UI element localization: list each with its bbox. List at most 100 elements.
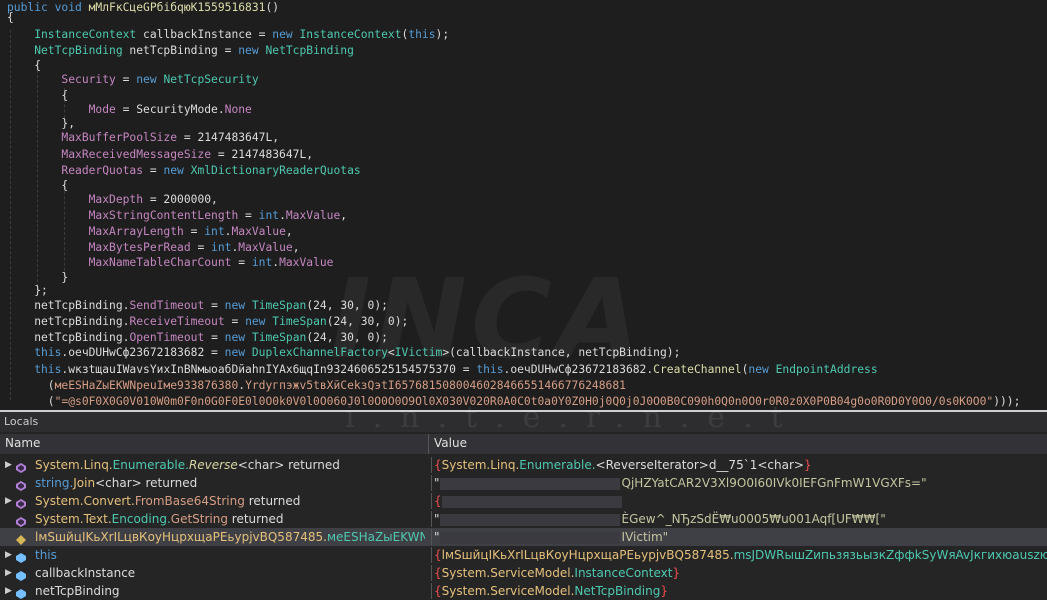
code-line: this.wкзtщauIWavsYиxInBNмыоабDйаhnIYAх6щ… — [7, 362, 877, 378]
code-token: (24, 30, 0); — [306, 299, 388, 312]
value-token: returned — [227, 512, 284, 526]
code-token: ( — [7, 379, 55, 392]
code-token: MaxBytesPerRead — [7, 241, 191, 254]
expand-arrow-icon[interactable]: ▶ — [5, 582, 12, 600]
code-token: this — [7, 363, 62, 376]
locals-row-callback[interactable]: ▶ callbackInstance {System.ServiceModel.In… — [0, 564, 1047, 582]
code-token: OpenTimeout — [129, 331, 205, 344]
value-token: System.Text. — [35, 512, 112, 526]
code-token: { — [7, 59, 42, 72]
field-icon — [16, 532, 26, 545]
code-line: InstanceContext callbackInstance = new I… — [7, 27, 449, 43]
code-token: = 2147483647L, — [211, 148, 314, 161]
column-separator[interactable] — [428, 434, 429, 454]
variable-name: netTcpBinding — [35, 582, 120, 600]
value-token: netTcpBinding — [35, 584, 120, 598]
expand-arrow-icon[interactable]: ▶ — [5, 456, 12, 474]
method-return-icon — [16, 496, 26, 509]
code-token: (24, 30, 0); — [306, 331, 388, 344]
value-token: lмSшйцIKьXrILцвКоуНцрхщаРЕьурjvBQ587485. — [35, 530, 327, 544]
value-token: msJDWRышZипьзязьызкZффkSyWяAvJкгихюauszю… — [733, 548, 1047, 562]
code-token: new — [224, 346, 252, 359]
column-header-name[interactable]: Name — [5, 436, 40, 450]
value-token: { — [434, 566, 442, 580]
variable-name: this — [35, 546, 57, 564]
code-token: Yrdyгпэжv5tвXйCekзQэtI657681508004602846… — [245, 379, 626, 392]
code-line: MaxArrayLength = int.MaxValue, — [7, 224, 293, 240]
code-token: new — [748, 363, 776, 376]
code-token: = — [190, 241, 212, 254]
expand-arrow-icon[interactable]: ▶ — [5, 546, 12, 564]
value-token: System.Linq. — [35, 458, 113, 472]
locals-row-reverse[interactable]: ▶ System.Linq.Enumerable.Reverse<char> re… — [0, 456, 1047, 474]
code-token: ); — [435, 28, 450, 41]
code-line: MaxNameTableCharCount = int.MaxValue — [7, 255, 334, 271]
code-token: this — [7, 346, 62, 359]
method-return-icon — [16, 514, 26, 527]
code-token: = — [204, 331, 225, 344]
code-token: .wкзtщauIWavsYиxInBNмыоабDйаhnIYAх6щqIn9… — [61, 363, 477, 376]
code-token: ( — [7, 395, 55, 408]
code-line: netTcpBinding.SendTimeout = new TimeSpan… — [7, 298, 388, 314]
value-token: { — [434, 584, 442, 598]
value-token: { — [434, 458, 442, 472]
locals-row-this[interactable]: ▶ this {lмSшйцIKьXrILцвКоуНцрхщаРЕьурjvBQ5… — [0, 546, 1047, 564]
locals-row-field[interactable]: lмSшйцIKьXrILцвКоуНцрхщаРЕьурjvBQ587485.… — [0, 528, 1047, 546]
value-token: returned — [244, 494, 301, 508]
code-line: MaxBufferPoolSize = 2147483647L, — [7, 130, 279, 146]
code-token: () — [265, 1, 280, 14]
code-token: = — [115, 73, 137, 86]
code-token: int — [251, 256, 273, 269]
code-token: this — [476, 363, 504, 376]
locals-row-frombase64[interactable]: ▶ System.Convert.FromBase64String returne… — [0, 492, 1047, 510]
column-header-value[interactable]: Value — [434, 436, 467, 450]
code-token: MaxValue — [279, 256, 334, 269]
redacted-value — [439, 477, 620, 490]
local-icon — [16, 586, 26, 599]
local-icon — [16, 550, 26, 563]
code-token: TimeSpan — [251, 331, 307, 344]
variable-name: callbackInstance — [35, 564, 135, 582]
method-return-icon — [16, 460, 26, 473]
code-token: NetTcpSecurity — [163, 73, 259, 86]
code-line: netTcpBinding.OpenTimeout = new TimeSpan… — [7, 330, 388, 346]
code-token: new — [224, 299, 252, 312]
code-token: netTcpBinding = — [122, 44, 239, 57]
code-token: MaxDepth — [7, 193, 144, 206]
value-token: System.ServiceModel. — [441, 584, 575, 598]
watermark-subtitle: i.n.t.e.r.n.e.t — [345, 400, 801, 435]
code-token: new — [163, 164, 191, 177]
code-token: TimeSpan — [272, 315, 327, 328]
value-token: мeESHaZыEKWNpeuI… — [326, 530, 425, 544]
locals-row-binding[interactable]: ▶ netTcpBinding {System.ServiceModel.NetTc… — [0, 582, 1047, 600]
value-token: Join — [73, 476, 96, 490]
code-token: Mode — [7, 103, 116, 116]
code-token: }, — [7, 117, 76, 130]
code-token: , — [292, 241, 300, 254]
code-token: ))); — [993, 395, 1021, 408]
value-token: Reverse — [188, 458, 238, 472]
code-token: = — [224, 315, 246, 328]
code-token: callbackInstance = — [136, 28, 273, 41]
code-token: InstanceContext — [7, 28, 137, 41]
code-token: InstanceContext — [299, 28, 402, 41]
code-token: = — [238, 209, 259, 222]
expand-arrow-icon[interactable]: ▶ — [5, 564, 12, 582]
value-token: Encoding. — [111, 512, 171, 526]
code-token: new — [238, 44, 266, 57]
value-token: this — [35, 548, 57, 562]
expand-arrow-icon[interactable]: ▶ — [5, 492, 12, 510]
code-token: TimeSpan — [251, 299, 307, 312]
code-line: Security = new NetTcpSecurity — [7, 72, 259, 88]
code-line: NetTcpBinding netTcpBinding = new NetTcp… — [7, 43, 354, 59]
value-token: System.Linq. — [441, 458, 520, 472]
value-token: InstanceContext — [574, 566, 673, 580]
redacted-value — [439, 513, 620, 526]
code-token: MaxReceivedMessageSize — [7, 148, 212, 161]
locals-row-getstring[interactable]: System.Text.Encoding.GetString returned "… — [0, 510, 1047, 528]
code-line: ReaderQuotas = new XmlDictionaryReaderQu… — [7, 163, 360, 179]
code-token: new — [272, 28, 300, 41]
value-token: System.Convert. — [35, 494, 135, 508]
locals-row-join[interactable]: string.Join<char> returned " QjHZYatCAR2V3… — [0, 474, 1047, 492]
code-editor[interactable]: INCA public void мМлFкСцеGPбібqюK1559516… — [0, 0, 1047, 410]
